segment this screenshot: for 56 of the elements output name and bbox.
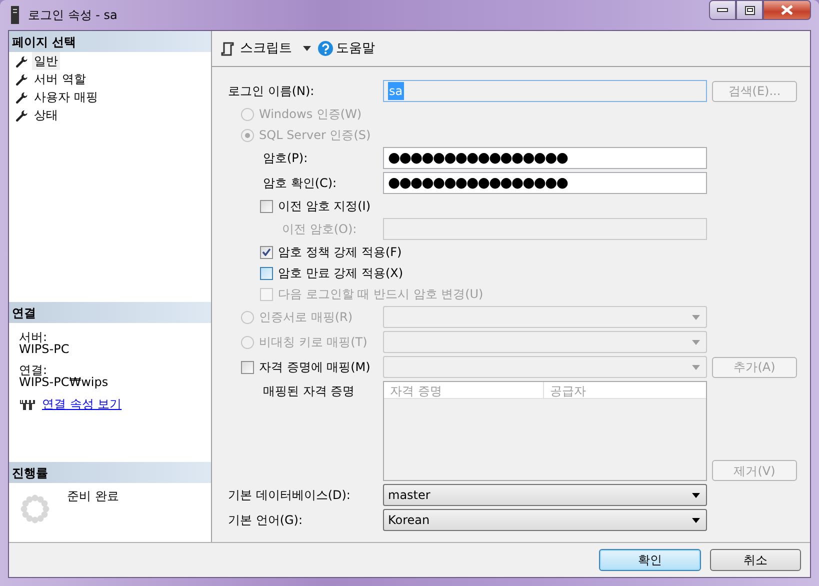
caret-icon xyxy=(692,340,700,344)
wrench-icon xyxy=(15,108,28,122)
connection-label: 연결: xyxy=(19,364,48,376)
minimize-icon xyxy=(717,7,728,13)
wrench-icon xyxy=(15,54,28,68)
spinner-icon xyxy=(19,493,51,525)
caret-icon xyxy=(692,364,700,370)
plug-icon xyxy=(19,398,36,410)
caret-icon xyxy=(692,314,700,320)
wrench-icon xyxy=(15,90,28,104)
checkbox[interactable]: 이전 암호 지정(I) xyxy=(260,197,797,215)
section-header: 진행률 xyxy=(9,462,211,483)
dropdown[interactable]: Korean xyxy=(383,509,707,531)
section-header: 페이지 선택 xyxy=(9,31,211,52)
server-icon xyxy=(10,6,20,24)
checkbox[interactable]: 암호 정책 강제 적용(F) xyxy=(260,243,797,261)
ok-button[interactable]: 확인 xyxy=(599,549,701,571)
checkbox[interactable]: 암호 만료 강제 적용(X) xyxy=(260,264,797,282)
server-value: WIPS-PC xyxy=(19,343,70,355)
window-title: 로그인 속성 - sa xyxy=(28,7,118,24)
password-field[interactable]: ●●●●●●●●●●●●●●●● xyxy=(383,172,707,194)
cancel-button[interactable]: 취소 xyxy=(710,549,801,571)
close-icon xyxy=(781,5,793,15)
maximize-button[interactable] xyxy=(736,0,763,20)
server-label: 서버: xyxy=(19,331,48,343)
view-connection-properties-link[interactable]: 연결 속성 보기 xyxy=(42,398,122,410)
sidebar-item[interactable]: 서버 역할 xyxy=(32,70,88,88)
minimize-button[interactable] xyxy=(709,0,736,20)
progress-status: 준비 완료 xyxy=(67,488,119,505)
section-header: 연결 xyxy=(9,302,211,323)
maximize-icon xyxy=(744,6,754,14)
list-label: 매핑된 자격 증명 xyxy=(262,383,356,400)
sidebar-item[interactable]: 일반 xyxy=(32,52,60,70)
wrench-icon xyxy=(15,72,28,86)
password-field[interactable]: ●●●●●●●●●●●●●●●● xyxy=(383,147,707,169)
field-label: 암호(P): xyxy=(262,150,309,167)
sidebar-item[interactable]: 사용자 매핑 xyxy=(32,88,100,106)
connection-value: WIPS-PC₩wips xyxy=(19,376,110,388)
caret-icon xyxy=(303,46,311,51)
field-label: 로그인 이름(N): xyxy=(228,83,316,100)
check-icon xyxy=(262,248,271,256)
caret-icon xyxy=(692,492,700,498)
checkbox[interactable]: 자격 증명에 매핑(M) xyxy=(241,358,383,376)
field-label: 암호 확인(C): xyxy=(262,175,338,192)
sidebar-item[interactable]: 상태 xyxy=(32,106,60,124)
caret-icon xyxy=(692,518,700,522)
script-button[interactable]: 스크립트 xyxy=(221,38,292,58)
help-button[interactable]: 도움말 xyxy=(318,38,375,58)
help-icon xyxy=(318,41,333,56)
field-label: 이전 암호(O): xyxy=(281,221,358,238)
script-dropdown-button[interactable] xyxy=(303,46,311,51)
field-label: 기본 언어(G): xyxy=(228,512,304,529)
close-button[interactable] xyxy=(763,0,811,20)
dropdown[interactable]: master xyxy=(383,484,707,506)
field-label: 기본 데이터베이스(D): xyxy=(228,487,352,504)
script-icon xyxy=(221,42,234,56)
